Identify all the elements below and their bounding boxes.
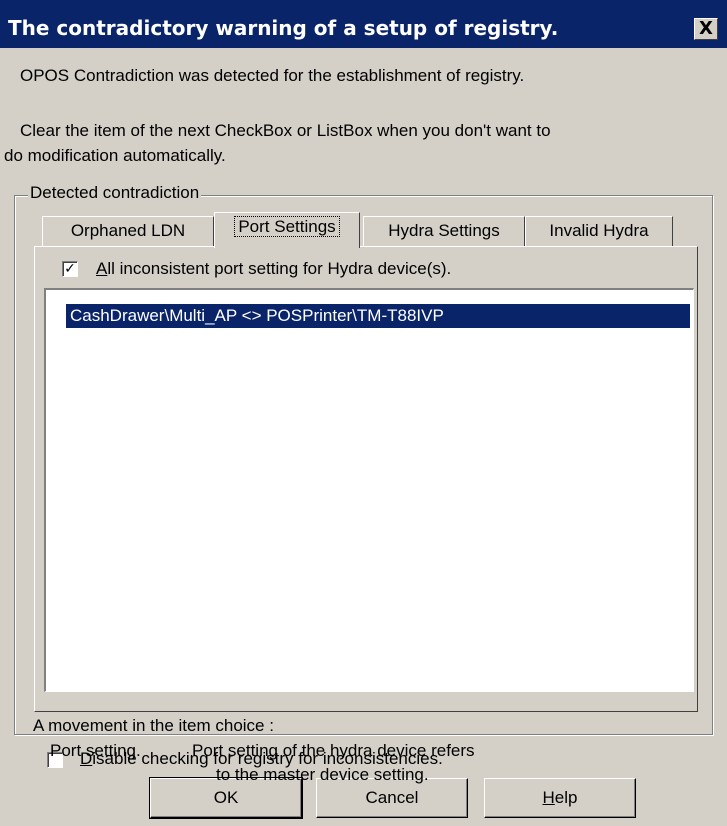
- tab-port-settings[interactable]: Port Settings: [214, 212, 360, 248]
- tab-label: Port Settings: [234, 216, 340, 237]
- group-label: Detected contradiction: [28, 183, 202, 203]
- cancel-button-label: Cancel: [365, 788, 419, 807]
- window-title: The contradictory warning of a setup of …: [8, 16, 559, 40]
- tab-label: Orphaned LDN: [70, 221, 186, 240]
- accelerator-key: H: [542, 788, 555, 807]
- tab-label: Invalid Hydra: [549, 221, 649, 240]
- intro-line-3: do modification automatically.: [4, 146, 226, 165]
- tab-orphaned-ldn[interactable]: Orphaned LDN: [42, 216, 214, 246]
- all-inconsistent-checkbox[interactable]: ✓: [62, 261, 78, 277]
- movement-desc-line-2: to the master device setting.: [216, 765, 429, 784]
- checkmark-icon: ✓: [64, 261, 76, 277]
- tab-label: Hydra Settings: [388, 221, 500, 240]
- contradiction-listbox[interactable]: CashDrawer\Multi_AP <> POSPrinter\TM-T88…: [44, 288, 694, 692]
- close-icon: X: [699, 18, 713, 39]
- movement-item-name: Port setting.: [50, 741, 141, 760]
- list-item[interactable]: CashDrawer\Multi_AP <> POSPrinter\TM-T88…: [66, 304, 690, 328]
- all-inconsistent-label[interactable]: All inconsistent port setting for Hydra …: [96, 259, 451, 279]
- intro-line-1: OPOS Contradiction was detected for the …: [20, 66, 525, 85]
- list-item-text: CashDrawer\Multi_AP <> POSPrinter\TM-T88…: [70, 306, 444, 325]
- help-button-label: elp: [554, 788, 578, 807]
- close-button[interactable]: X: [694, 18, 718, 40]
- intro-line-2: Clear the item of the next CheckBox or L…: [20, 121, 551, 140]
- movement-heading: A movement in the item choice :: [33, 716, 274, 735]
- accelerator-key: A: [96, 259, 108, 278]
- movement-desc-line-1: Port setting of the hydra device refers: [192, 741, 475, 760]
- tab-hydra-settings[interactable]: Hydra Settings: [363, 216, 525, 246]
- help-button[interactable]: Help: [484, 778, 636, 818]
- checkbox-label-text: ll inconsistent port setting for Hydra d…: [107, 259, 452, 278]
- tab-invalid-hydra[interactable]: Invalid Hydra: [525, 216, 673, 246]
- ok-button-label: OK: [213, 788, 239, 807]
